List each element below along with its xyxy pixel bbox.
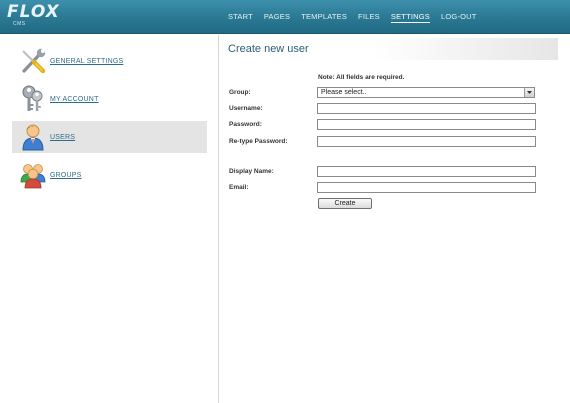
nav-templates[interactable]: TEMPLATES [301, 12, 347, 23]
group-label: Group: [229, 89, 251, 96]
group-icon [20, 164, 46, 189]
logo-subtitle: CMS [13, 21, 26, 27]
retype-password-label: Re-type Password: [229, 138, 288, 145]
display-name-field[interactable] [317, 166, 536, 177]
chevron-down-icon[interactable] [524, 88, 534, 97]
nav-pages[interactable]: PAGES [264, 12, 290, 23]
sidebar-item-users[interactable]: USERS [12, 121, 207, 153]
sidebar-item-general-settings[interactable]: GENERAL SETTINGS [12, 45, 207, 77]
group-select[interactable]: Please select.. [317, 87, 535, 98]
tools-icon [22, 48, 46, 74]
page-title: Create new user [228, 43, 309, 55]
sidebar-item-label: USERS [50, 134, 76, 141]
retype-password-field[interactable] [317, 136, 536, 147]
nav-settings[interactable]: SETTINGS [390, 12, 430, 23]
nav-logout[interactable]: LOG-OUT [441, 12, 477, 23]
page-header: Create new user [222, 38, 558, 60]
email-field[interactable] [317, 182, 536, 193]
group-select-value: Please select.. [321, 89, 367, 96]
email-label: Email: [229, 184, 249, 191]
logo[interactable]: FLOX CMS [7, 2, 60, 27]
display-name-label: Display Name: [229, 168, 274, 175]
create-button[interactable]: Create [318, 198, 372, 209]
username-field[interactable] [317, 103, 536, 114]
password-label: Password: [229, 121, 262, 128]
top-bar: FLOX CMS START PAGES TEMPLATES FILES SET… [0, 0, 570, 34]
nav-files[interactable]: FILES [358, 12, 380, 23]
sidebar-item-my-account[interactable]: MY ACCOUNT [12, 83, 207, 115]
sidebar: GENERAL SETTINGS MY ACCOUNT USERS GROUPS [0, 35, 219, 403]
keys-icon [22, 85, 43, 111]
sidebar-item-label: GENERAL SETTINGS [50, 58, 124, 65]
logo-text: FLOX [7, 2, 60, 22]
sidebar-item-label: GROUPS [50, 172, 82, 179]
nav-start[interactable]: START [228, 12, 253, 23]
password-field[interactable] [317, 119, 536, 130]
main-nav: START PAGES TEMPLATES FILES SETTINGS LOG… [228, 12, 488, 23]
sidebar-item-groups[interactable]: GROUPS [12, 159, 207, 191]
username-label: Username: [229, 105, 263, 112]
user-icon [22, 124, 44, 151]
required-note: Note: All fields are required. [318, 74, 405, 81]
sidebar-item-label: MY ACCOUNT [50, 96, 99, 103]
